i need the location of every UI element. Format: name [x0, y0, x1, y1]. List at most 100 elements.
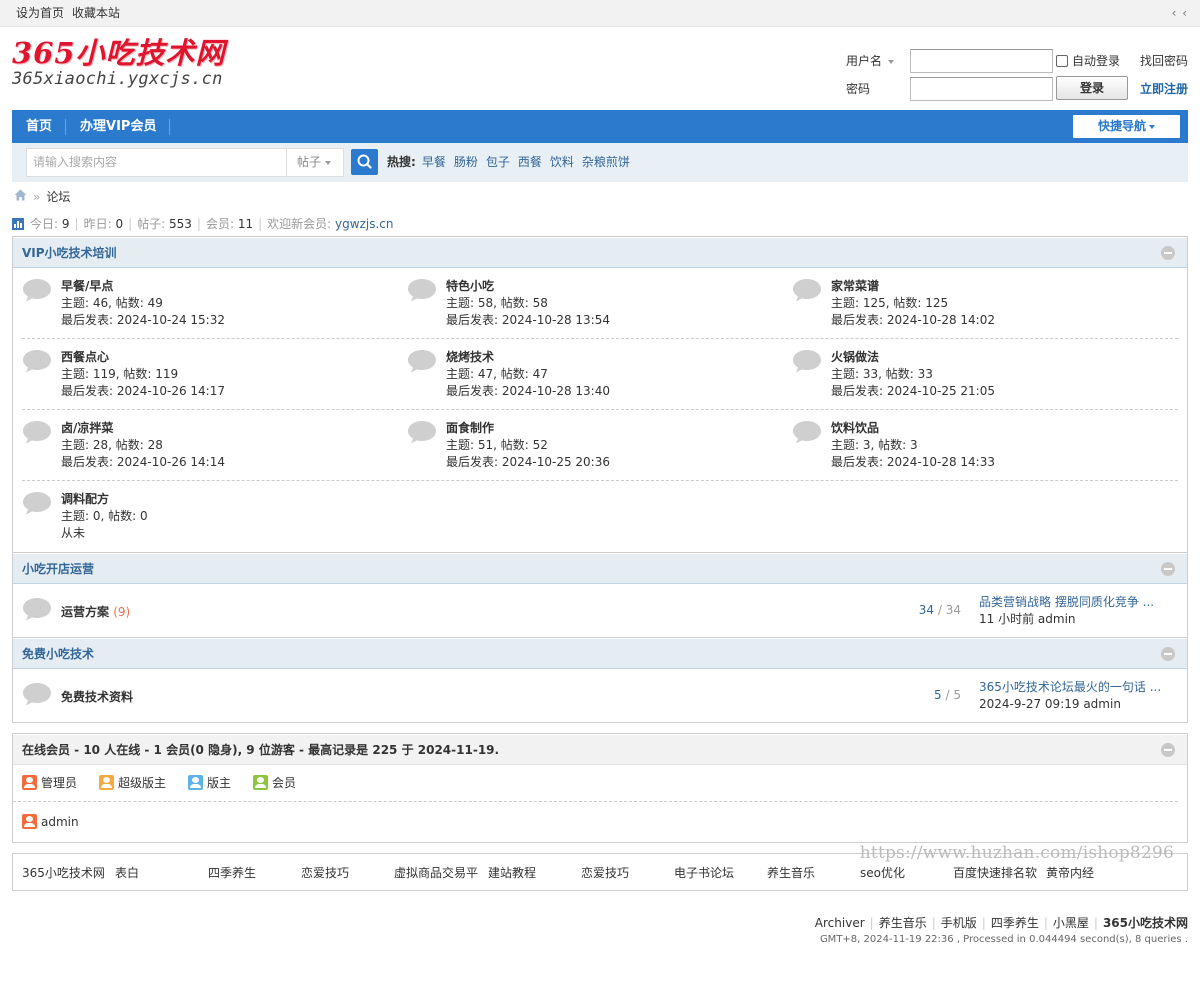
collapse-icon[interactable]: [1161, 743, 1175, 757]
forum-last-post: 最后发表: 2024-10-28 14:33: [831, 455, 995, 469]
toolbar-collapse-icon[interactable]: ‹ ‹: [1172, 0, 1188, 26]
forum-bubble-icon: [23, 598, 51, 621]
quick-nav-button[interactable]: 快捷导航: [1073, 115, 1180, 138]
friend-link[interactable]: 表白: [115, 854, 139, 892]
username-type-select[interactable]: 用户名: [846, 49, 901, 73]
friend-link[interactable]: 恋爱技巧: [301, 854, 349, 892]
footer-link[interactable]: 养生音乐: [879, 916, 927, 930]
forum-counts: 主题: 125, 帖数: 125: [831, 296, 949, 310]
last-post-user[interactable]: admin: [1038, 612, 1076, 626]
hot-search: 热搜: 早餐 肠粉 包子 西餐 饮料 杂粮煎饼: [387, 143, 638, 182]
forum-name[interactable]: 火锅做法: [831, 350, 879, 364]
collapse-icon[interactable]: [1161, 562, 1175, 576]
last-post-title[interactable]: 365小吃技术论坛最火的一句话 ...: [979, 680, 1161, 694]
forum-counts: 主题: 46, 帖数: 49: [61, 296, 163, 310]
password-input[interactable]: [910, 77, 1053, 101]
collapse-icon[interactable]: [1161, 647, 1175, 661]
last-post-time: 11 小时前: [979, 612, 1035, 626]
nav-item-home[interactable]: 首页: [12, 110, 67, 143]
forum-last-post: 从未: [61, 526, 86, 540]
hot-word[interactable]: 早餐: [422, 155, 446, 169]
footer-link[interactable]: 手机版: [941, 916, 977, 930]
friend-link[interactable]: 建站教程: [488, 854, 536, 892]
legend-item: 超级版主: [99, 765, 166, 802]
hot-word[interactable]: 杂粮煎饼: [582, 155, 630, 169]
forum-counts: 主题: 47, 帖数: 47: [446, 367, 548, 381]
footer-link[interactable]: 四季养生: [991, 916, 1039, 930]
hot-word[interactable]: 包子: [486, 155, 510, 169]
category-title[interactable]: 免费小吃技术: [22, 647, 94, 661]
legend-label: 管理员: [41, 776, 78, 790]
forum-name[interactable]: 运营方案 (9): [61, 603, 130, 620]
footer-link[interactable]: 小黑屋: [1053, 916, 1089, 930]
hot-word[interactable]: 肠粉: [454, 155, 478, 169]
breadcrumb-current[interactable]: 论坛: [46, 190, 70, 204]
forum-card: 烧烤技术 主题: 47, 帖数: 47 最后发表: 2024-10-28 13:40: [407, 339, 792, 409]
forum-counts: 主题: 3, 帖数: 3: [831, 438, 918, 452]
chevron-down-icon: [1149, 124, 1155, 129]
forum-name[interactable]: 西餐点心: [61, 350, 109, 364]
nav-item-vip[interactable]: 办理VIP会员: [66, 110, 171, 143]
search-bar: 请输入搜索内容 帖子 热搜: 早餐 肠粉 包子 西餐 饮料 杂粮煎饼: [12, 143, 1188, 182]
forum-stats: 5 / 5: [934, 688, 961, 702]
username-input[interactable]: [910, 49, 1053, 73]
friend-link[interactable]: 365小吃技术网: [22, 854, 105, 892]
forum-name[interactable]: 特色小吃: [446, 279, 494, 293]
forum-counts: 主题: 0, 帖数: 0: [61, 509, 148, 523]
friend-link[interactable]: 虚拟商品交易平: [394, 854, 478, 892]
collapse-icon[interactable]: [1161, 246, 1175, 260]
footer-site-name[interactable]: 365小吃技术网: [1103, 916, 1188, 930]
last-post-title[interactable]: 品类营销战略 摆脱同质化竞争 ...: [979, 595, 1154, 609]
forum-counts: 主题: 119, 帖数: 119: [61, 367, 179, 381]
footer: Archiver | 养生音乐 | 手机版 | 四季养生 | 小黑屋 | 365小吃技术网 GMT+…: [12, 891, 1188, 951]
category-free: 免费小吃技术 免费技术资料 5 / 5 365小吃技术论坛最火的一句话 ... 2…: [12, 638, 1188, 723]
chevron-down-icon: [888, 59, 895, 64]
online-user[interactable]: admin: [41, 815, 79, 829]
login-button[interactable]: 登录: [1056, 76, 1128, 100]
last-post-user[interactable]: admin: [1083, 697, 1121, 711]
friend-link[interactable]: 电子书论坛: [674, 854, 734, 892]
friend-link[interactable]: 养生音乐: [767, 854, 815, 892]
forgot-password-link[interactable]: 找回密码: [1140, 54, 1188, 68]
category-title[interactable]: VIP小吃技术培训: [22, 246, 117, 260]
yesterday-label: 昨日:: [83, 217, 112, 231]
bookmark-link[interactable]: 收藏本站: [72, 6, 120, 20]
forum-name[interactable]: 烧烤技术: [446, 350, 494, 364]
forum-name[interactable]: 饮料饮品: [831, 421, 879, 435]
category-header: VIP小吃技术培训: [13, 237, 1187, 268]
forum-name[interactable]: 家常菜谱: [831, 279, 879, 293]
forum-name[interactable]: 面食制作: [446, 421, 494, 435]
posts-label: 帖子:: [137, 217, 166, 231]
category-title[interactable]: 小吃开店运营: [22, 562, 94, 576]
forum-card: 特色小吃 主题: 58, 帖数: 58 最后发表: 2024-10-28 13:54: [407, 268, 792, 338]
legend-label: 超级版主: [118, 776, 167, 790]
forum-counts: 主题: 58, 帖数: 58: [446, 296, 548, 310]
home-icon[interactable]: [14, 182, 27, 213]
new-member-link[interactable]: ygwzjs.cn: [335, 217, 393, 231]
search-type-select[interactable]: 帖子: [286, 148, 344, 177]
user-group-icon: [22, 775, 37, 790]
forum-bubble-icon: [793, 279, 821, 302]
admin-user-icon: [22, 814, 37, 829]
site-logo[interactable]: 365小吃技术网 365xiaochi.ygxcjs.cn: [12, 37, 225, 97]
forum-name[interactable]: 卤/凉拌菜: [61, 421, 113, 435]
register-link[interactable]: 立即注册: [1140, 82, 1188, 96]
forum-name[interactable]: 调料配方: [61, 492, 109, 506]
forum-bubble-icon: [408, 350, 436, 373]
auto-login-label: 自动登录: [1072, 54, 1121, 68]
online-header: 在线会员 - 10 人在线 - 1 会员(0 隐身), 9 位游客 - 最高记录…: [13, 734, 1187, 765]
search-button[interactable]: [351, 149, 378, 175]
set-homepage-link[interactable]: 设为首页: [16, 6, 64, 20]
forum-name[interactable]: 免费技术资料: [61, 688, 133, 705]
hot-word[interactable]: 西餐: [518, 155, 542, 169]
search-input[interactable]: 请输入搜索内容: [26, 148, 287, 177]
auto-login-checkbox[interactable]: 自动登录: [1056, 54, 1120, 68]
footer-link[interactable]: Archiver: [815, 916, 865, 930]
friend-link[interactable]: 恋爱技巧: [581, 854, 629, 892]
forum-grid-row: 西餐点心 主题: 119, 帖数: 119 最后发表: 2024-10-26 14:…: [22, 339, 1178, 410]
forum-last-post: 最后发表: 2024-10-26 14:14: [61, 455, 225, 469]
hot-word[interactable]: 饮料: [550, 155, 574, 169]
forum-name[interactable]: 早餐/早点: [61, 279, 113, 293]
friend-link[interactable]: 四季养生: [208, 854, 256, 892]
user-group-icon: [99, 775, 115, 790]
